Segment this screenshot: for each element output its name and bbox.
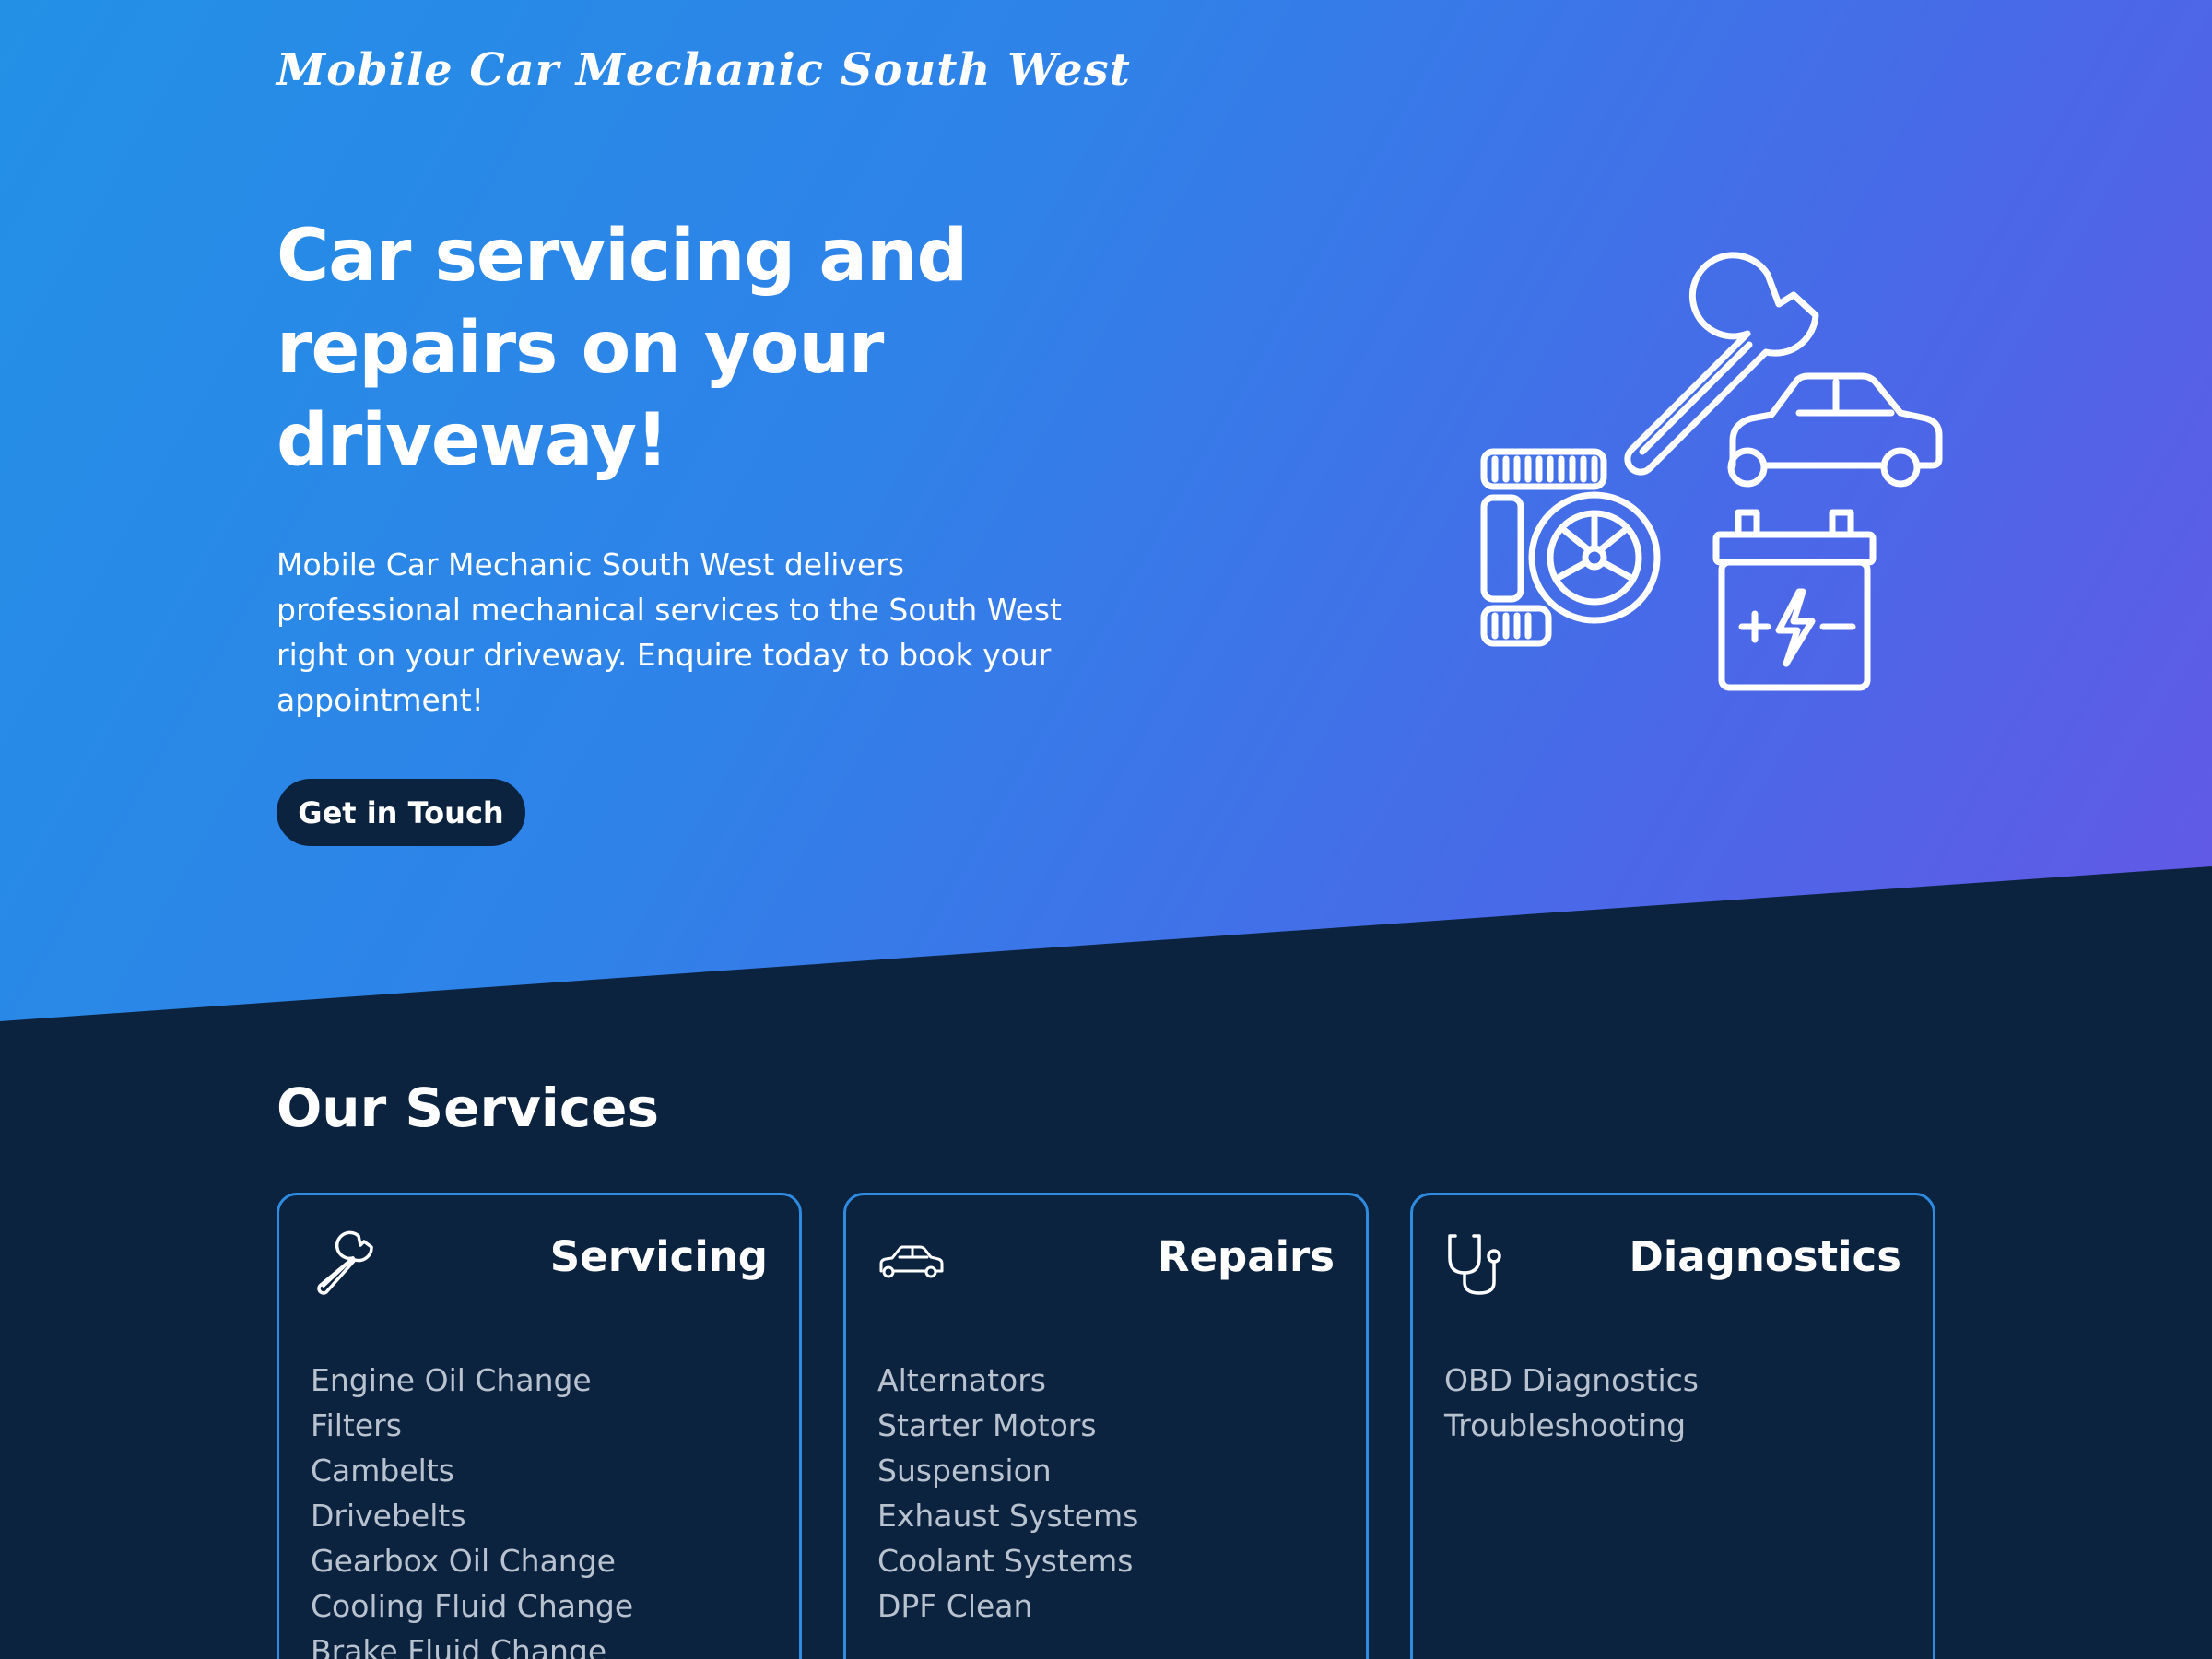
hero-illustration [1480,252,1943,691]
car-icon [1727,372,1943,488]
list-item: Engine Oil Change [311,1362,592,1398]
list-item: Coolant Systems [877,1543,1134,1579]
list-item: Exhaust Systems [877,1498,1139,1534]
headline-line: Car servicing and [276,215,968,298]
intro-line: right on your driveway. Enquire today to… [276,637,1052,673]
headline-line: driveway! [276,399,668,482]
card-title: Diagnostics [1629,1232,1902,1281]
list-item: Cambelts [311,1453,454,1488]
list-item: Brake Fluid Change [311,1633,607,1659]
tyres-icon [1480,448,1661,647]
list-item: Filters [311,1407,402,1443]
stethoscope-icon [1448,1234,1501,1295]
hero-headline: Car servicing and repairs on your drivew… [276,210,1106,487]
wrench-icon [317,1230,373,1295]
intro-line: appointment! [276,682,484,718]
site-logo[interactable]: Mobile Car Mechanic South West [276,44,1131,96]
get-in-touch-button[interactable]: Get in Touch [276,779,525,846]
wrench-icon [1624,252,1819,476]
page: Mobile Car Mechanic South West Car servi… [0,0,2212,1659]
list-item: OBD Diagnostics [1444,1362,1700,1398]
service-list: Engine Oil Change Filters Cambelts Drive… [311,1358,633,1659]
battery-icon [1712,509,1877,691]
list-item: Suspension [877,1453,1052,1488]
list-item: Alternators [877,1362,1046,1398]
card-title: Servicing [549,1232,768,1281]
list-item: Gearbox Oil Change [311,1543,616,1579]
list-item: Starter Motors [877,1407,1097,1443]
service-list: Alternators Starter Motors Suspension Ex… [877,1358,1138,1629]
service-card-repairs: Repairs Alternators Starter Motors Suspe… [843,1193,1369,1659]
hero-intro: Mobile Car Mechanic South West delivers … [276,542,1106,723]
list-item: Drivebelts [311,1498,466,1534]
list-item: Troubleshooting [1444,1407,1687,1443]
card-title: Repairs [1157,1232,1335,1281]
headline-line: repairs on your [276,307,884,390]
list-item: Cooling Fluid Change [311,1588,634,1624]
intro-line: Mobile Car Mechanic South West delivers [276,547,905,582]
service-card-diagnostics: Diagnostics OBD Diagnostics Troubleshoot… [1410,1193,1936,1659]
service-list: OBD Diagnostics Troubleshooting [1444,1358,1699,1448]
services-heading: Our Services [276,1077,660,1139]
service-card-servicing: Servicing Engine Oil Change Filters Camb… [276,1193,802,1659]
car-icon [879,1245,944,1278]
intro-line: professional mechanical services to the … [276,592,1062,628]
list-item: DPF Clean [877,1588,1033,1624]
